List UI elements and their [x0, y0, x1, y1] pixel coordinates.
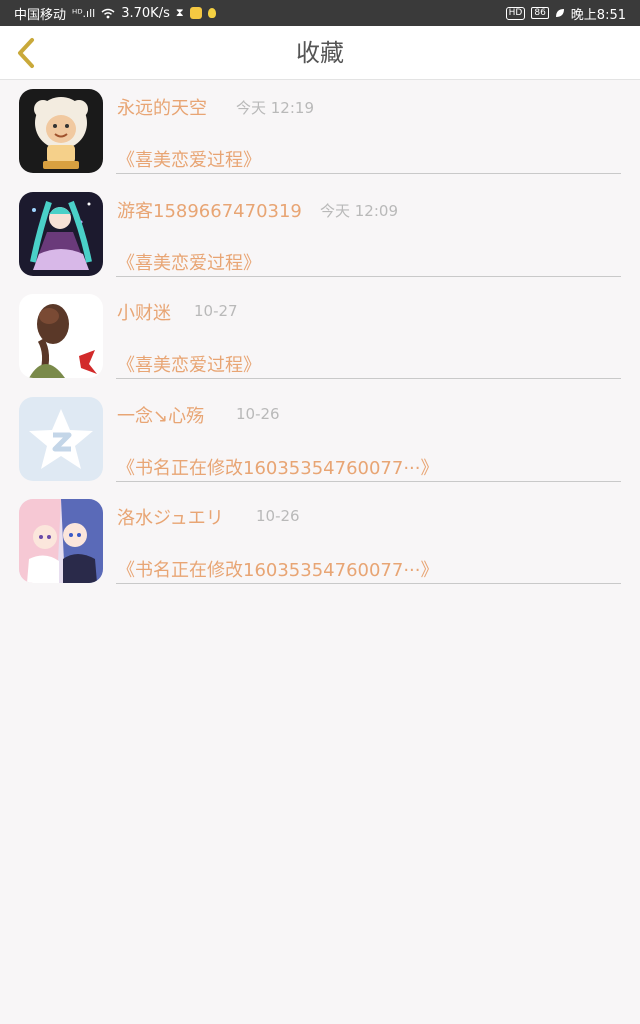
- book-title[interactable]: 《书名正在修改16035354760077···》: [117, 556, 439, 582]
- book-title[interactable]: 《喜美恋爱过程》: [117, 146, 261, 172]
- user-name: 小财迷: [117, 303, 171, 324]
- hd-badge: HD: [505, 6, 526, 20]
- item-time: 今天 12:19: [236, 99, 314, 117]
- user-name: 洛水ジュエリ: [117, 508, 224, 529]
- leaf-icon: [555, 8, 565, 18]
- bulb-icon: [207, 8, 216, 18]
- divider: [116, 173, 621, 174]
- status-left: 中国移动 ᴴᴰ.ıll 3.70K/s ⧗: [14, 4, 216, 23]
- divider: [116, 378, 621, 379]
- item-time: 10-26: [256, 507, 300, 525]
- status-right: HD 86 晚上8:51: [505, 4, 626, 23]
- avatar-twins-image: [19, 499, 103, 583]
- network-speed: 3.70K/s: [121, 5, 170, 21]
- page-title: 收藏: [296, 39, 344, 67]
- book-title[interactable]: 《喜美恋爱过程》: [117, 249, 261, 275]
- signal-icon: ᴴᴰ.ıll: [72, 6, 96, 20]
- list-item[interactable]: 永远的天空 今天 12:19 《喜美恋爱过程》: [0, 80, 640, 183]
- qq-star-icon: [19, 396, 103, 481]
- avatar[interactable]: [19, 191, 103, 276]
- avatar[interactable]: [19, 499, 103, 583]
- book-title[interactable]: 《书名正在修改16035354760077···》: [117, 454, 439, 480]
- hourglass-icon: ⧗: [175, 6, 184, 19]
- favorites-list: 永远的天空 今天 12:19 《喜美恋爱过程》 游客1589667470319 …: [0, 80, 640, 593]
- avatar-anime-image: [19, 191, 103, 276]
- user-name: 一念↘心殇: [117, 405, 205, 427]
- avatar-hair-image: [19, 294, 103, 378]
- avatar[interactable]: [19, 294, 103, 378]
- list-item[interactable]: 游客1589667470319 今天 12:09 《喜美恋爱过程》: [0, 183, 640, 286]
- item-time: 10-26: [236, 404, 280, 423]
- app-notification-icon: [189, 7, 202, 19]
- list-item[interactable]: 小财迷 10-27 《喜美恋爱过程》: [0, 285, 640, 388]
- divider: [116, 583, 621, 584]
- avatar-sheep-image: [19, 89, 103, 173]
- book-title[interactable]: 《喜美恋爱过程》: [117, 351, 261, 377]
- carrier-name: 中国移动: [14, 7, 67, 23]
- clock: 晚上8:51: [570, 7, 626, 23]
- list-item[interactable]: 一念↘心殇 10-26 《书名正在修改16035354760077···》: [0, 388, 640, 491]
- divider: [116, 275, 621, 277]
- status-bar: 中国移动 ᴴᴰ.ıll 3.70K/s ⧗ HD 86 晚上8:51: [0, 0, 640, 26]
- item-time: 今天 12:09: [320, 201, 398, 220]
- avatar[interactable]: [19, 396, 103, 481]
- list-item[interactable]: 洛水ジュエリ 10-26 《书名正在修改16035354760077···》: [0, 490, 640, 593]
- avatar[interactable]: [19, 89, 103, 173]
- header: 收藏: [0, 26, 640, 80]
- wifi-icon: [101, 8, 115, 19]
- user-name: 永远的天空: [117, 98, 207, 119]
- item-time: 10-27: [194, 302, 238, 320]
- battery-icon: 86: [531, 7, 549, 19]
- divider: [116, 480, 621, 482]
- user-name: 游客1589667470319: [117, 200, 302, 222]
